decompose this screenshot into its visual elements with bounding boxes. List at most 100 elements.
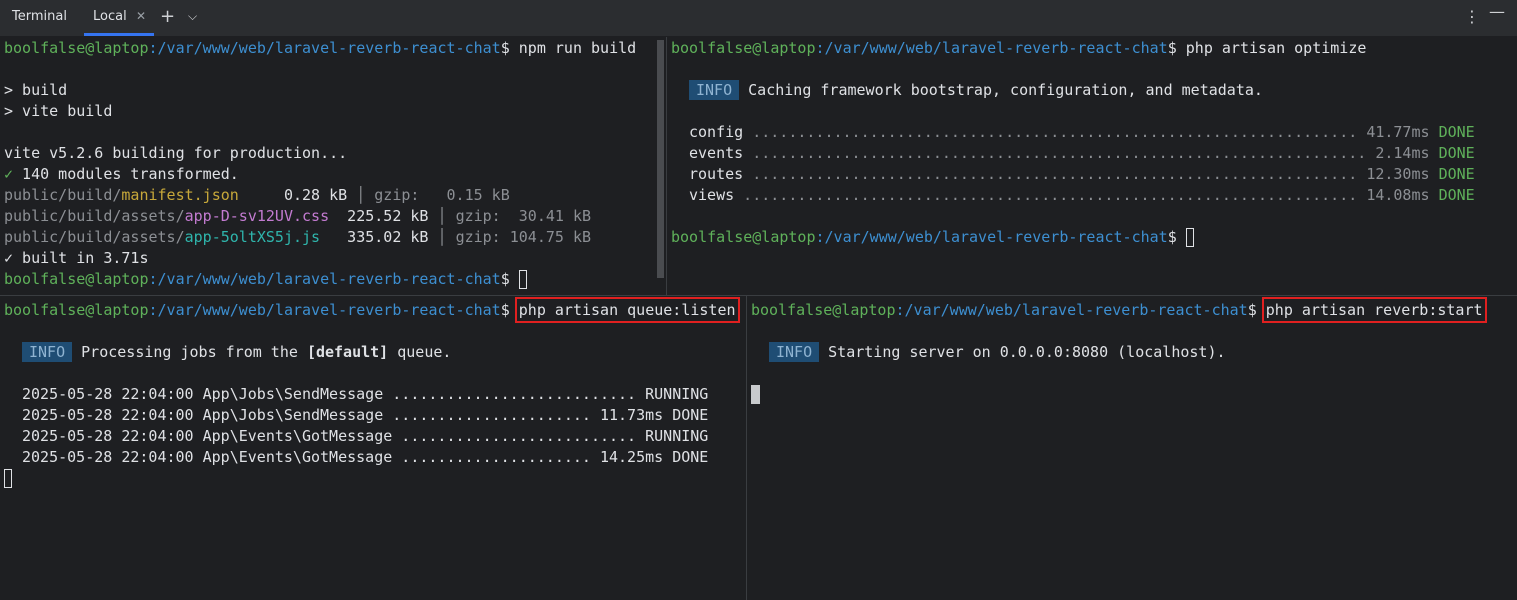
job-text: 2025-05-28 22:04:00 App\Events\GotMessag… [22, 448, 600, 466]
row-name: routes [689, 165, 744, 183]
file-dir: public/build/assets/ [4, 207, 185, 225]
chevron-down-icon[interactable]: ⌵ [188, 9, 197, 24]
output-line: > vite build [4, 102, 113, 120]
terminal-pane-optimize[interactable]: boolfalse@laptop:/var/www/web/laravel-re… [667, 37, 1517, 295]
prompt-dollar: $ [1247, 301, 1257, 319]
prompt-user: boolfalse@laptop [4, 301, 149, 319]
prompt-path: :/var/www/web/laravel-reverb-react-chat [148, 301, 501, 319]
optimize-row: routes .................................… [689, 164, 1475, 184]
job-row: 2025-05-28 22:04:00 App\Jobs\SendMessage… [22, 384, 708, 404]
highlighted-command: php artisan reverb:start [1261, 297, 1487, 323]
cursor-line [751, 384, 760, 404]
job-time: 14.25ms [599, 448, 664, 466]
file-gzip: gzip: 0.15 kB [374, 186, 510, 204]
check-icon: ✓ [4, 165, 14, 183]
info-text: Processing jobs from the [81, 343, 307, 361]
job-text: 2025-05-28 22:04:00 App\Jobs\SendMessage… [22, 406, 600, 424]
optimize-row: config .................................… [689, 122, 1475, 142]
info-line: INFO Caching framework bootstrap, config… [689, 80, 1263, 100]
file-size: 225.52 kB [329, 207, 429, 225]
file-gzip: gzip: 104.75 kB [455, 228, 592, 246]
optimize-row: views ..................................… [689, 185, 1475, 205]
row-dots: ........................................… [734, 186, 1367, 204]
prompt-dollar: $ [500, 270, 510, 288]
row-name: config [689, 123, 744, 141]
job-text: 2025-05-28 22:04:00 App\Jobs\SendMessage… [22, 385, 646, 403]
job-status: RUNNING [645, 427, 709, 445]
terminal-toolbar: Terminal Local ✕ + ⌵ ⋮ — [0, 0, 1517, 37]
row-time: 41.77ms [1366, 123, 1430, 141]
scrollbar[interactable] [657, 40, 664, 278]
queue-name: [default] [306, 343, 389, 361]
close-icon[interactable]: ✕ [136, 9, 146, 23]
add-icon[interactable]: + [160, 6, 175, 27]
prompt-path: :/var/www/web/laravel-reverb-react-chat [815, 39, 1168, 57]
job-row: 2025-05-28 22:04:00 App\Jobs\SendMessage… [22, 405, 708, 425]
row-dots: ........................................… [743, 144, 1376, 162]
info-badge: INFO [769, 342, 820, 362]
info-line: INFO Processing jobs from the [default] … [22, 342, 451, 362]
prompt-user: boolfalse@laptop [4, 270, 149, 288]
info-badge: INFO [22, 342, 73, 362]
output-line: ✓ built in 3.71s [4, 248, 149, 268]
row-status: DONE [1438, 186, 1475, 204]
highlighted-command: php artisan queue:listen [514, 297, 740, 323]
info-text: Starting server on 0.0.0.0:8080 (localho… [828, 343, 1226, 361]
output-line: ✓ 140 modules transformed. [4, 164, 239, 184]
prompt-dollar: $ [1167, 39, 1177, 57]
file-name: manifest.json [121, 186, 239, 204]
prompt-path: :/var/www/web/laravel-reverb-react-chat [895, 301, 1248, 319]
row-status: DONE [1438, 144, 1475, 162]
job-time: 11.73ms [599, 406, 664, 424]
info-text: queue. [388, 343, 452, 361]
prompt-path: :/var/www/web/laravel-reverb-react-chat [148, 270, 501, 288]
terminal-pane-reverb[interactable]: boolfalse@laptop:/var/www/web/laravel-re… [747, 296, 1517, 600]
file-size: 335.02 kB [320, 228, 429, 246]
separator: │ [428, 207, 456, 225]
terminal-pane-queue[interactable]: boolfalse@laptop:/var/www/web/laravel-re… [0, 296, 746, 600]
prompt-line: boolfalse@laptop:/var/www/web/laravel-re… [671, 38, 1366, 58]
prompt-line: boolfalse@laptop:/var/www/web/laravel-re… [4, 297, 740, 323]
row-name: events [689, 144, 744, 162]
job-status: DONE [672, 448, 709, 466]
prompt-dollar: $ [1167, 228, 1177, 246]
terminal-pane-build[interactable]: boolfalse@laptop:/var/www/web/laravel-re… [0, 37, 656, 295]
row-name: views [689, 186, 735, 204]
row-status: DONE [1438, 165, 1475, 183]
minimize-icon[interactable]: — [1489, 2, 1505, 21]
prompt-line: boolfalse@laptop:/var/www/web/laravel-re… [671, 227, 1194, 247]
row-time: 2.14ms [1375, 144, 1430, 162]
tab-label: Local [93, 9, 127, 24]
row-dots: ........................................… [743, 165, 1367, 183]
file-size: 0.28 kB [238, 186, 348, 204]
row-time: 14.08ms [1366, 186, 1430, 204]
tab-local[interactable]: Local ✕ [84, 0, 154, 36]
file-name: app-D-sv12UV.css [184, 207, 330, 225]
optimize-row: events .................................… [689, 143, 1475, 163]
more-options-icon[interactable]: ⋮ [1464, 7, 1480, 26]
prompt-dollar: $ [500, 301, 510, 319]
prompt-user: boolfalse@laptop [671, 228, 816, 246]
cursor-line [4, 468, 12, 488]
active-tab-indicator [84, 33, 154, 36]
prompt-line: boolfalse@laptop:/var/www/web/laravel-re… [751, 297, 1487, 323]
prompt-user: boolfalse@laptop [671, 39, 816, 57]
prompt-line: boolfalse@laptop:/var/www/web/laravel-re… [4, 38, 636, 58]
job-row: 2025-05-28 22:04:00 App\Events\GotMessag… [22, 426, 708, 446]
cursor [518, 270, 527, 289]
separator: │ [428, 228, 456, 246]
file-dir: public/build/ [4, 186, 122, 204]
prompt-path: :/var/www/web/laravel-reverb-react-chat [815, 228, 1168, 246]
cursor [4, 469, 12, 488]
info-badge: INFO [689, 80, 740, 100]
job-text: 2025-05-28 22:04:00 App\Events\GotMessag… [22, 427, 646, 445]
job-status: RUNNING [645, 385, 709, 403]
prompt-line: boolfalse@laptop:/var/www/web/laravel-re… [4, 269, 527, 289]
file-row: public/build/assets/app-D-sv12UV.css 225… [4, 206, 591, 226]
info-text: Caching framework bootstrap, configurati… [748, 81, 1263, 99]
row-status: DONE [1438, 123, 1475, 141]
file-dir: public/build/assets/ [4, 228, 185, 246]
file-gzip: gzip: 30.41 kB [455, 207, 592, 225]
check-icon: ✓ [4, 249, 14, 267]
info-line: INFO Starting server on 0.0.0.0:8080 (lo… [769, 342, 1226, 362]
